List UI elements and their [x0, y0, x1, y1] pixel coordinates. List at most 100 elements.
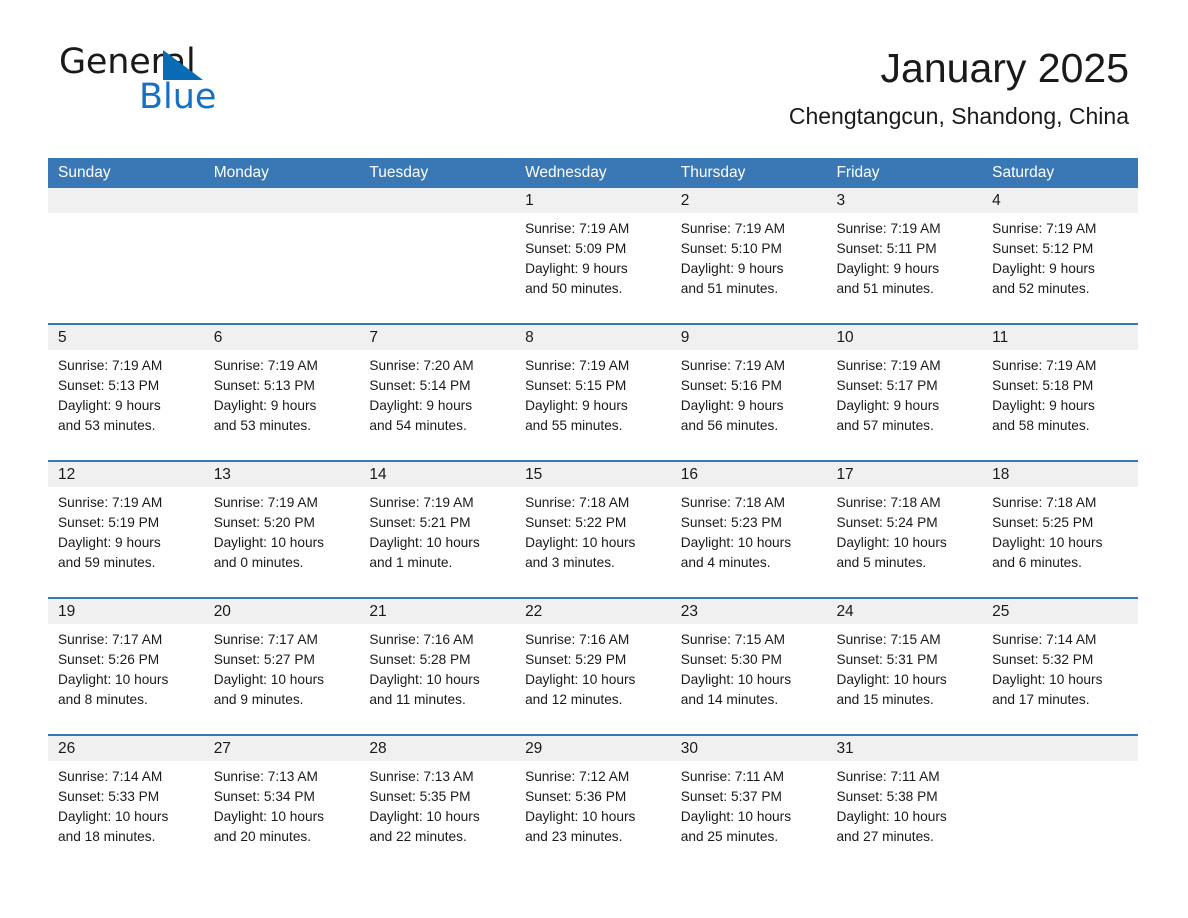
day-details: Sunrise: 7:15 AM Sunset: 5:31 PM Daylight:…	[826, 624, 982, 710]
calendar-day-cell-empty	[359, 188, 516, 323]
day-daylight-line: Daylight: 10 hours	[213, 809, 325, 824]
calendar-day-cell[interactable]: 23 Sunrise: 7:15 AM Sunset: 5:30 PM Dayligh…	[670, 599, 827, 734]
calendar-day-cell[interactable]: 11 Sunrise: 7:19 AM Sunset: 5:18 PM Dayligh…	[982, 325, 1138, 460]
calendar-day-cell[interactable]: 17 Sunrise: 7:18 AM Sunset: 5:24 PM Dayligh…	[826, 462, 983, 597]
day-number: 30	[680, 740, 698, 757]
calendar-day-cell[interactable]: 21 Sunrise: 7:16 AM Sunset: 5:28 PM Dayligh…	[359, 599, 516, 734]
weekday-header-sunday: Sunday	[58, 164, 111, 181]
day-daylight-line: and 3 minutes.	[525, 555, 615, 570]
day-number: 12	[58, 466, 76, 483]
calendar-day-cell[interactable]: 20 Sunrise: 7:17 AM Sunset: 5:27 PM Dayligh…	[203, 599, 360, 734]
calendar-day-cell[interactable]: 7 Sunrise: 7:20 AM Sunset: 5:14 PM Daylight…	[359, 325, 516, 460]
day-sunset-line: Sunset: 5:30 PM	[680, 652, 782, 667]
day-daylight-line: Daylight: 10 hours	[680, 809, 792, 824]
day-daylight-line: and 4 minutes.	[680, 555, 771, 570]
day-daylight-line: Daylight: 9 hours	[58, 535, 161, 550]
day-details: Sunrise: 7:16 AM Sunset: 5:29 PM Daylight:…	[515, 624, 671, 710]
day-sunrise-line: Sunrise: 7:18 AM	[680, 495, 785, 510]
weekday-header-wednesday: Wednesday	[525, 164, 607, 181]
calendar-day-cell-empty	[203, 188, 360, 323]
day-sunrise-line: Sunrise: 7:19 AM	[992, 221, 1097, 236]
calendar-day-cell[interactable]: 27 Sunrise: 7:13 AM Sunset: 5:34 PM Dayligh…	[203, 736, 360, 871]
page-header: General Blue January 2025 Chengtangcun, …	[48, 0, 1140, 129]
calendar-day-cell[interactable]: 29 Sunrise: 7:12 AM Sunset: 5:36 PM Dayligh…	[515, 736, 671, 871]
weekday-header-monday: Monday	[213, 164, 269, 181]
day-daylight-line: Daylight: 9 hours	[836, 261, 940, 276]
day-details: Sunrise: 7:18 AM Sunset: 5:23 PM Daylight:…	[671, 487, 827, 573]
day-number: 19	[58, 603, 76, 620]
calendar-day-cell[interactable]: 12 Sunrise: 7:19 AM Sunset: 5:19 PM Dayligh…	[48, 462, 204, 597]
day-sunset-line: Sunset: 5:19 PM	[58, 515, 160, 530]
day-daylight-line: and 55 minutes.	[525, 418, 623, 433]
day-details: Sunrise: 7:15 AM Sunset: 5:30 PM Daylight:…	[671, 624, 827, 710]
day-daylight-line: and 56 minutes.	[680, 418, 779, 433]
day-sunset-line: Sunset: 5:13 PM	[58, 378, 160, 393]
day-daylight-line: Daylight: 9 hours	[369, 398, 473, 413]
day-sunset-line: Sunset: 5:32 PM	[992, 652, 1094, 667]
calendar-day-cell[interactable]: 2 Sunrise: 7:19 AM Sunset: 5:10 PM Daylight…	[670, 188, 827, 323]
weekday-header-friday: Friday	[836, 164, 880, 181]
calendar-day-cell[interactable]: 14 Sunrise: 7:19 AM Sunset: 5:21 PM Dayligh…	[359, 462, 516, 597]
calendar-day-cell[interactable]: 28 Sunrise: 7:13 AM Sunset: 5:35 PM Dayligh…	[359, 736, 516, 871]
day-details: Sunrise: 7:18 AM Sunset: 5:25 PM Daylight:…	[982, 487, 1138, 573]
day-sunrise-line: Sunrise: 7:15 AM	[680, 632, 785, 647]
calendar-day-cell[interactable]: 8 Sunrise: 7:19 AM Sunset: 5:15 PM Daylight…	[515, 325, 671, 460]
day-daylight-line: and 17 minutes.	[992, 692, 1090, 707]
calendar-day-cell[interactable]: 9 Sunrise: 7:19 AM Sunset: 5:16 PM Daylight…	[670, 325, 827, 460]
day-sunrise-line: Sunrise: 7:12 AM	[525, 769, 630, 784]
calendar-day-cell[interactable]: 22 Sunrise: 7:16 AM Sunset: 5:29 PM Dayligh…	[515, 599, 671, 734]
calendar-day-cell[interactable]: 1 Sunrise: 7:19 AM Sunset: 5:09 PM Daylight…	[515, 188, 671, 323]
day-daylight-line: Daylight: 10 hours	[369, 535, 480, 550]
day-daylight-line: Daylight: 9 hours	[680, 398, 784, 413]
day-number: 31	[836, 740, 854, 757]
generalblue-logo[interactable]: General Blue	[59, 42, 329, 118]
day-sunset-line: Sunset: 5:37 PM	[680, 789, 782, 804]
calendar-day-cell-empty	[982, 736, 1138, 871]
calendar-week-row: 19 Sunrise: 7:17 AM Sunset: 5:26 PM Dayligh…	[48, 597, 1138, 734]
calendar-day-cell[interactable]: 26 Sunrise: 7:14 AM Sunset: 5:33 PM Dayligh…	[48, 736, 204, 871]
day-sunrise-line: Sunrise: 7:19 AM	[836, 221, 941, 236]
calendar-day-cell[interactable]: 6 Sunrise: 7:19 AM Sunset: 5:13 PM Daylight…	[203, 325, 360, 460]
day-details: Sunrise: 7:13 AM Sunset: 5:35 PM Daylight:…	[359, 761, 515, 847]
day-sunset-line: Sunset: 5:17 PM	[836, 378, 938, 393]
day-daylight-line: and 53 minutes.	[58, 418, 156, 433]
day-sunset-line: Sunset: 5:11 PM	[836, 241, 937, 256]
calendar-day-cell[interactable]: 13 Sunrise: 7:19 AM Sunset: 5:20 PM Dayligh…	[203, 462, 360, 597]
day-sunset-line: Sunset: 5:13 PM	[213, 378, 315, 393]
day-sunrise-line: Sunrise: 7:18 AM	[992, 495, 1097, 510]
day-sunrise-line: Sunrise: 7:17 AM	[213, 632, 318, 647]
calendar-day-cell[interactable]: 25 Sunrise: 7:14 AM Sunset: 5:32 PM Dayligh…	[982, 599, 1138, 734]
day-sunrise-line: Sunrise: 7:19 AM	[58, 495, 163, 510]
calendar-week-row: 12 Sunrise: 7:19 AM Sunset: 5:19 PM Dayligh…	[48, 460, 1138, 597]
day-daylight-line: Daylight: 10 hours	[992, 672, 1103, 687]
calendar-day-cell[interactable]: 30 Sunrise: 7:11 AM Sunset: 5:37 PM Dayligh…	[670, 736, 827, 871]
day-daylight-line: and 27 minutes.	[836, 829, 934, 844]
calendar-day-cell[interactable]: 3 Sunrise: 7:19 AM Sunset: 5:11 PM Daylight…	[826, 188, 983, 323]
day-details: Sunrise: 7:20 AM Sunset: 5:14 PM Daylight:…	[359, 350, 515, 436]
day-sunset-line: Sunset: 5:34 PM	[213, 789, 315, 804]
day-daylight-line: Daylight: 10 hours	[525, 535, 636, 550]
day-details: Sunrise: 7:16 AM Sunset: 5:28 PM Daylight:…	[359, 624, 515, 710]
calendar-day-cell[interactable]: 19 Sunrise: 7:17 AM Sunset: 5:26 PM Dayligh…	[48, 599, 204, 734]
day-number: 18	[992, 466, 1010, 483]
day-number: 26	[58, 740, 76, 757]
calendar-day-cell[interactable]: 10 Sunrise: 7:19 AM Sunset: 5:17 PM Dayligh…	[826, 325, 983, 460]
calendar-day-cell[interactable]: 15 Sunrise: 7:18 AM Sunset: 5:22 PM Dayligh…	[515, 462, 671, 597]
day-daylight-line: and 58 minutes.	[992, 418, 1090, 433]
day-daylight-line: Daylight: 9 hours	[525, 398, 628, 413]
calendar-day-cell[interactable]: 4 Sunrise: 7:19 AM Sunset: 5:12 PM Daylight…	[982, 188, 1138, 323]
calendar-day-cell[interactable]: 16 Sunrise: 7:18 AM Sunset: 5:23 PM Dayligh…	[670, 462, 827, 597]
day-details: Sunrise: 7:19 AM Sunset: 5:12 PM Daylight:…	[982, 213, 1138, 299]
calendar-day-cell[interactable]: 31 Sunrise: 7:11 AM Sunset: 5:38 PM Dayligh…	[826, 736, 983, 871]
calendar-week-row: 26 Sunrise: 7:14 AM Sunset: 5:33 PM Dayligh…	[48, 734, 1138, 871]
weekday-header-row: Sunday Monday Tuesday Wednesday Thursday…	[48, 158, 1138, 188]
calendar-day-cell-empty	[48, 188, 204, 323]
day-sunset-line: Sunset: 5:12 PM	[992, 241, 1094, 256]
day-sunrise-line: Sunrise: 7:14 AM	[58, 769, 163, 784]
calendar-day-cell[interactable]: 18 Sunrise: 7:18 AM Sunset: 5:25 PM Dayligh…	[982, 462, 1138, 597]
day-daylight-line: and 20 minutes.	[213, 829, 312, 844]
calendar-day-cell[interactable]: 24 Sunrise: 7:15 AM Sunset: 5:31 PM Dayligh…	[826, 599, 983, 734]
calendar-day-cell[interactable]: 5 Sunrise: 7:19 AM Sunset: 5:13 PM Daylight…	[48, 325, 204, 460]
day-number: 5	[58, 329, 67, 346]
day-daylight-line: and 9 minutes.	[213, 692, 304, 707]
